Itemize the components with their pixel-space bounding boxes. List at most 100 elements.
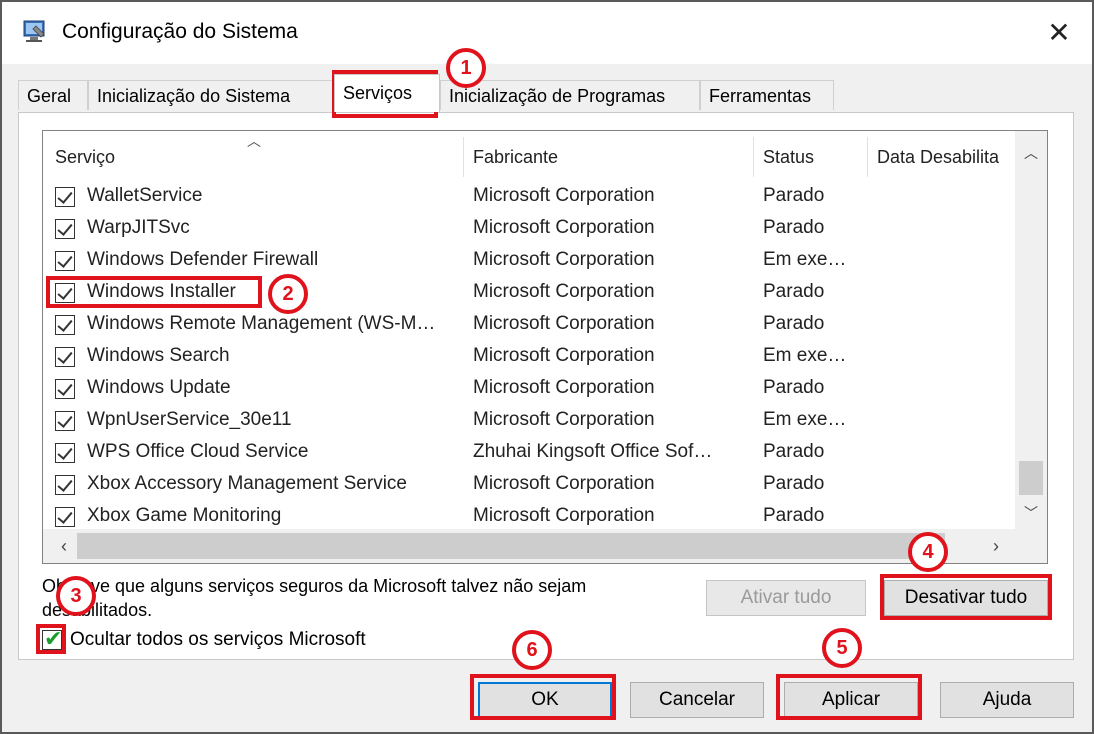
- table-row[interactable]: WPS Office Cloud Service Zhuhai Kingsoft…: [43, 439, 1015, 471]
- close-button[interactable]: ✕: [1036, 12, 1082, 52]
- service-vendor: Zhuhai Kingsoft Office Sof…: [473, 441, 713, 462]
- service-vendor: Microsoft Corporation: [473, 505, 655, 526]
- service-vendor: Microsoft Corporation: [473, 409, 655, 430]
- annotation-badge-2: 2: [268, 274, 308, 314]
- scroll-left-icon[interactable]: ‹: [47, 529, 81, 563]
- table-row[interactable]: Windows Remote Management (WS-M… Microso…: [43, 311, 1015, 343]
- service-status: Parado: [763, 313, 825, 334]
- column-separator: [463, 137, 464, 177]
- service-vendor: Microsoft Corporation: [473, 281, 655, 302]
- column-header-service[interactable]: Serviço: [55, 147, 115, 168]
- service-rows: WalletService Microsoft Corporation Para…: [43, 183, 1015, 529]
- annotation-badge-1: 1: [446, 48, 486, 88]
- cancel-button[interactable]: Cancelar: [630, 682, 764, 718]
- table-row[interactable]: Windows Defender Firewall Microsoft Corp…: [43, 247, 1015, 279]
- service-checkbox[interactable]: [55, 443, 75, 463]
- enable-all-button[interactable]: Ativar tudo: [706, 580, 866, 616]
- service-name: WalletService: [87, 185, 203, 206]
- service-name: WpnUserService_30e11: [87, 409, 292, 430]
- service-checkbox[interactable]: [55, 219, 75, 239]
- annotation-badge-3: 3: [56, 576, 96, 616]
- table-row[interactable]: Xbox Accessory Management Service Micros…: [43, 471, 1015, 503]
- annotation-badge-5: 5: [822, 628, 862, 668]
- service-checkbox[interactable]: [55, 251, 75, 271]
- sort-ascending-icon: ︿: [247, 133, 261, 149]
- service-status: Parado: [763, 185, 825, 206]
- service-name: Windows Remote Management (WS-M…: [87, 313, 436, 334]
- column-header-vendor[interactable]: Fabricante: [473, 147, 558, 168]
- service-name: Windows Search: [87, 345, 230, 366]
- services-list[interactable]: ︿ Serviço Fabricante Status Data Desabil…: [42, 130, 1048, 564]
- ok-button[interactable]: OK: [478, 682, 612, 718]
- table-row[interactable]: Windows Installer Microsoft Corporation …: [43, 279, 1015, 311]
- service-checkbox[interactable]: [55, 315, 75, 335]
- service-checkbox[interactable]: [55, 507, 75, 527]
- safety-note: Observe que alguns serviços seguros da M…: [42, 576, 587, 620]
- service-vendor: Microsoft Corporation: [473, 313, 655, 334]
- column-separator: [753, 137, 754, 177]
- vertical-scroll-thumb[interactable]: [1019, 461, 1043, 495]
- vertical-scrollbar[interactable]: ︿ ﹀: [1015, 131, 1047, 529]
- tab-tools[interactable]: Ferramentas: [700, 80, 834, 110]
- column-separator: [867, 137, 868, 177]
- scroll-down-icon[interactable]: ﹀: [1015, 497, 1047, 529]
- tab-services[interactable]: Serviços: [334, 74, 440, 112]
- scroll-right-icon[interactable]: ›: [979, 529, 1013, 563]
- help-button[interactable]: Ajuda: [940, 682, 1074, 718]
- apply-button[interactable]: Aplicar: [784, 682, 918, 718]
- column-header-date-disabled[interactable]: Data Desabilita: [877, 147, 1015, 168]
- service-vendor: Microsoft Corporation: [473, 345, 655, 366]
- scroll-up-icon[interactable]: ︿: [1015, 137, 1047, 169]
- annotation-badge-6: 6: [512, 630, 552, 670]
- service-checkbox[interactable]: [55, 187, 75, 207]
- service-status: Parado: [763, 505, 825, 526]
- column-header-status[interactable]: Status: [763, 147, 814, 168]
- table-row[interactable]: Xbox Game Monitoring Microsoft Corporati…: [43, 503, 1015, 529]
- close-icon: ✕: [1047, 16, 1071, 48]
- service-status: Parado: [763, 377, 825, 398]
- table-row[interactable]: WalletService Microsoft Corporation Para…: [43, 183, 1015, 215]
- service-vendor: Microsoft Corporation: [473, 473, 655, 494]
- table-row[interactable]: WpnUserService_30e11 Microsoft Corporati…: [43, 407, 1015, 439]
- service-vendor: Microsoft Corporation: [473, 217, 655, 238]
- service-checkbox[interactable]: [55, 347, 75, 367]
- service-status: Parado: [763, 441, 825, 462]
- check-icon: ✔: [44, 626, 63, 651]
- table-row[interactable]: WarpJITSvc Microsoft Corporation Parado: [43, 215, 1015, 247]
- tab-boot[interactable]: Inicialização do Sistema: [88, 80, 334, 110]
- service-checkbox[interactable]: [55, 475, 75, 495]
- service-vendor: Microsoft Corporation: [473, 185, 655, 206]
- service-name: Xbox Game Monitoring: [87, 505, 282, 526]
- service-name: WPS Office Cloud Service: [87, 441, 309, 462]
- window-title: Configuração do Sistema: [62, 20, 298, 43]
- service-status: Parado: [763, 217, 825, 238]
- service-vendor: Microsoft Corporation: [473, 249, 655, 270]
- table-row[interactable]: Windows Search Microsoft Corporation Em …: [43, 343, 1015, 375]
- table-row[interactable]: Windows Update Microsoft Corporation Par…: [43, 375, 1015, 407]
- service-status: Em exe…: [763, 249, 847, 270]
- service-name: Xbox Accessory Management Service: [87, 473, 407, 494]
- disable-all-button[interactable]: Desativar tudo: [884, 580, 1048, 616]
- horizontal-scroll-thumb[interactable]: [77, 533, 945, 559]
- service-status: Parado: [763, 473, 825, 494]
- service-name: Windows Update: [87, 377, 231, 398]
- service-checkbox[interactable]: [55, 283, 75, 303]
- service-checkbox[interactable]: [55, 411, 75, 431]
- tab-general[interactable]: Geral: [18, 80, 88, 110]
- tab-startup[interactable]: Inicialização de Programas: [440, 80, 700, 110]
- annotation-badge-4: 4: [908, 532, 948, 572]
- msconfig-icon: [23, 20, 45, 42]
- hide-microsoft-checkbox[interactable]: ✔: [42, 626, 62, 651]
- service-name: Windows Defender Firewall: [87, 249, 319, 270]
- hide-microsoft-label: Ocultar todos os serviços Microsoft: [70, 629, 366, 650]
- service-status: Em exe…: [763, 409, 847, 430]
- horizontal-scrollbar[interactable]: ‹ ›: [43, 529, 1047, 563]
- service-checkbox[interactable]: [55, 379, 75, 399]
- title-bar: Configuração do Sistema ✕: [2, 2, 1092, 64]
- service-vendor: Microsoft Corporation: [473, 377, 655, 398]
- service-status: Parado: [763, 281, 825, 302]
- service-name: WarpJITSvc: [87, 217, 190, 238]
- service-status: Em exe…: [763, 345, 847, 366]
- system-configuration-window: Configuração do Sistema ✕ Geral Iniciali…: [0, 0, 1094, 734]
- list-header: ︿ Serviço Fabricante Status Data Desabil…: [43, 131, 1015, 185]
